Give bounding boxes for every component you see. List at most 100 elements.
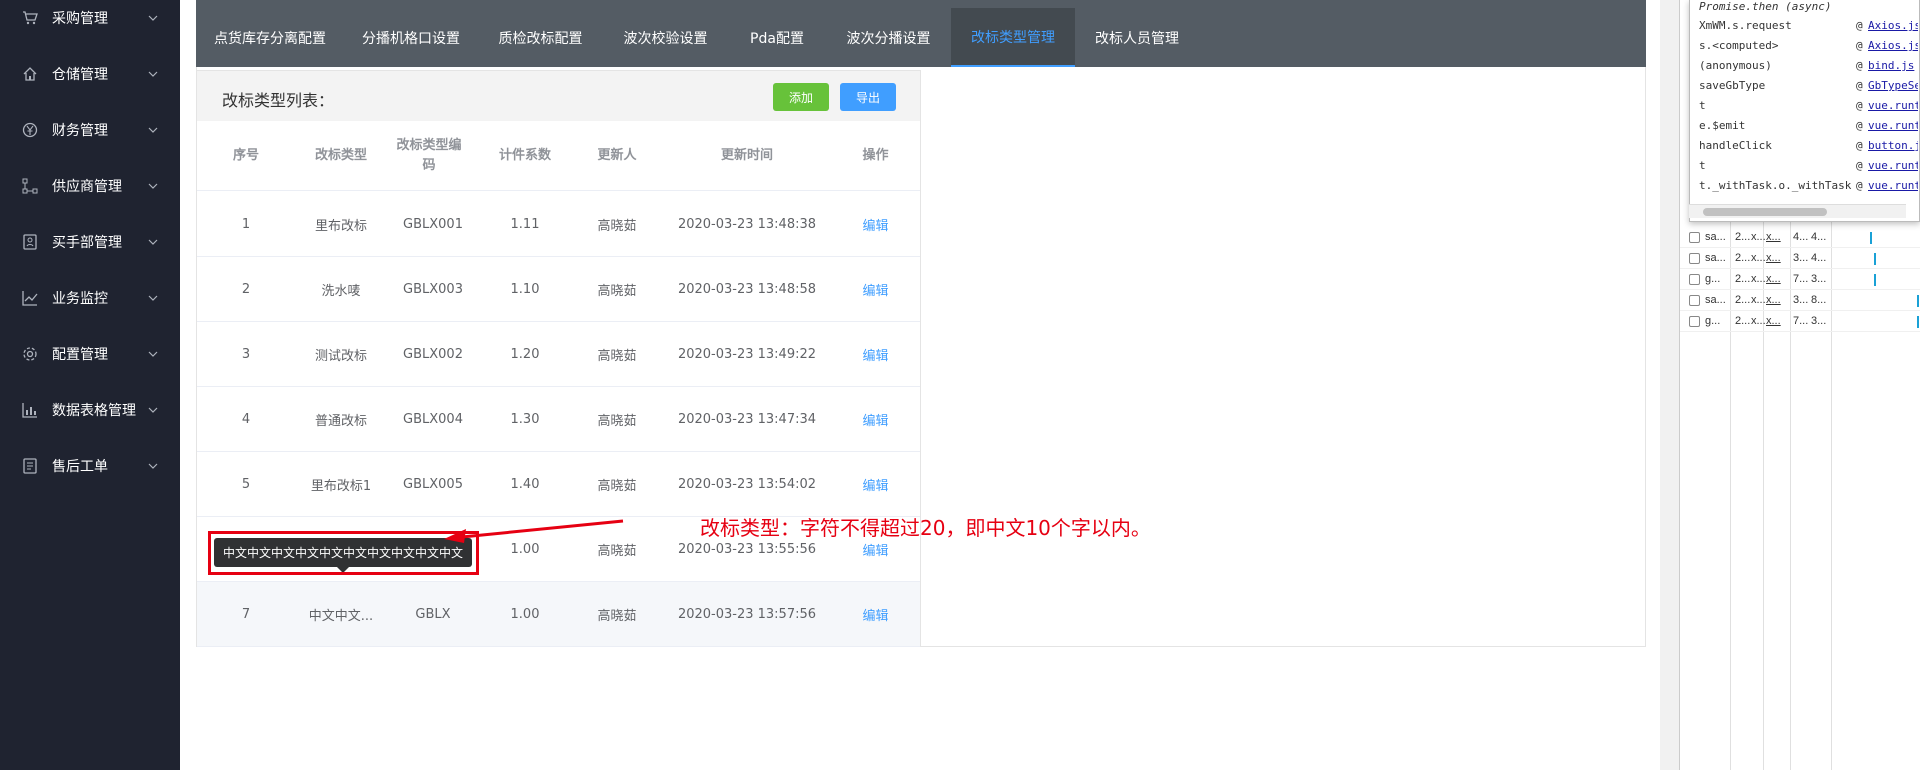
sidebar-item-aftersale[interactable]: 售后工单 bbox=[0, 446, 180, 486]
tab-pda[interactable]: Pda配置 bbox=[728, 8, 826, 67]
stack-fn: t bbox=[1699, 159, 1706, 172]
stack-fn: s.<computed> bbox=[1699, 39, 1779, 52]
stack-source-link[interactable]: GbTypeSet bbox=[1868, 79, 1918, 92]
chevron-down-icon bbox=[148, 183, 158, 189]
request-initiator[interactable]: x... bbox=[1766, 252, 1781, 264]
stack-fn: t._withTask.o._withTask bbox=[1699, 179, 1852, 192]
stack-frame[interactable]: s.<computed> @ Axios.js bbox=[1690, 39, 1920, 59]
chevron-down-icon bbox=[148, 239, 158, 245]
stack-source-link[interactable]: vue.runtime bbox=[1868, 179, 1918, 192]
tab-relabel-staff[interactable]: 改标人员管理 bbox=[1075, 8, 1199, 67]
at-symbol: @ bbox=[1856, 119, 1863, 132]
edit-link[interactable]: 编辑 bbox=[831, 322, 920, 387]
stack-source-link[interactable]: vue.runtime bbox=[1868, 119, 1918, 132]
stack-frame[interactable]: t @ vue.runtime bbox=[1690, 99, 1920, 119]
table-row: 2 洗水唛 GBLX003 1.10 高晓茹 2020-03-23 13:48:… bbox=[197, 257, 920, 322]
tab-wave-sorting[interactable]: 波次分播设置 bbox=[826, 8, 951, 67]
stack-source-link[interactable]: vue.runtime bbox=[1868, 159, 1918, 172]
stack-frame[interactable]: e.$emit @ vue.runtime bbox=[1690, 119, 1920, 139]
stack-fn: e.$emit bbox=[1699, 119, 1746, 132]
tab-sorter-slot[interactable]: 分播机格口设置 bbox=[344, 8, 478, 67]
stack-source-link[interactable]: button.js bbox=[1868, 139, 1918, 152]
stack-frame[interactable]: (anonymous) @ bind.js bbox=[1690, 59, 1920, 79]
sidebar-item-purchase[interactable]: 采购管理 bbox=[0, 0, 180, 38]
edit-link[interactable]: 编辑 bbox=[831, 387, 920, 452]
stack-frame[interactable]: handleClick @ button.js bbox=[1690, 139, 1920, 159]
cell-code: GBLX003 bbox=[403, 282, 463, 297]
cell-no: 5 bbox=[241, 477, 251, 492]
table-row: 3 测试改标 GBLX002 1.20 高晓茹 2020-03-23 13:49… bbox=[197, 322, 920, 387]
at-symbol: @ bbox=[1856, 79, 1863, 92]
request-size: 7... bbox=[1793, 315, 1809, 327]
horizontal-scrollbar[interactable] bbox=[1689, 204, 1906, 218]
request-name: sa... bbox=[1705, 252, 1726, 264]
row-checkbox[interactable] bbox=[1689, 253, 1700, 264]
request-type: x... bbox=[1751, 315, 1766, 327]
sidebar-item-supplier[interactable]: 供应商管理 bbox=[0, 166, 180, 206]
request-size: 3... bbox=[1793, 252, 1809, 264]
request-size: 3... bbox=[1793, 294, 1809, 306]
stack-source-link[interactable]: bind.js bbox=[1868, 59, 1918, 72]
edit-link[interactable]: 编辑 bbox=[831, 257, 920, 322]
column-header: 操作 bbox=[862, 148, 889, 163]
export-button[interactable]: 导出 bbox=[840, 83, 896, 111]
stack-frame[interactable]: t @ vue.runtime bbox=[1690, 159, 1920, 179]
stack-fn: XmWM.s.request bbox=[1699, 19, 1792, 32]
edit-link[interactable]: 编辑 bbox=[831, 452, 920, 517]
stack-frame[interactable]: XmWM.s.request @ Axios.js bbox=[1690, 19, 1920, 39]
tab-wave-check[interactable]: 波次校验设置 bbox=[603, 8, 728, 67]
sidebar-item-datatable[interactable]: 数据表格管理 bbox=[0, 390, 180, 430]
network-request-row[interactable]: sa... 2... x... x... 3... 8... bbox=[1680, 291, 1920, 311]
chevron-down-icon bbox=[148, 71, 158, 77]
row-checkbox[interactable] bbox=[1689, 295, 1700, 306]
request-type: x... bbox=[1751, 231, 1766, 243]
at-symbol: @ bbox=[1856, 159, 1863, 172]
network-request-row[interactable]: g... 2... x... x... 7... 3... bbox=[1680, 270, 1920, 290]
request-initiator[interactable]: x... bbox=[1766, 315, 1781, 327]
chevron-down-icon bbox=[148, 15, 158, 21]
network-request-row[interactable]: sa... 2... x... x... 4... 4... bbox=[1680, 228, 1920, 248]
cell-factor: 1.20 bbox=[510, 347, 540, 362]
stack-fn: handleClick bbox=[1699, 139, 1772, 152]
tab-relabel-type[interactable]: 改标类型管理 bbox=[951, 8, 1075, 67]
edit-link[interactable]: 编辑 bbox=[831, 192, 920, 257]
scroll-thumb[interactable] bbox=[1703, 208, 1827, 216]
sidebar-item-monitor[interactable]: 业务监控 bbox=[0, 278, 180, 318]
stack-source-link[interactable]: vue.runtime bbox=[1868, 99, 1918, 112]
row-checkbox[interactable] bbox=[1689, 316, 1700, 327]
network-request-row[interactable]: g... 2... x... x... 7... 3... bbox=[1680, 312, 1920, 332]
edit-link[interactable]: 编辑 bbox=[831, 582, 920, 647]
stack-frame: Promise.then (async) bbox=[1690, 0, 1920, 20]
sidebar-item-buyer[interactable]: 买手部管理 bbox=[0, 222, 180, 262]
tab-inventory-separation[interactable]: 点货库存分离配置 bbox=[196, 8, 344, 67]
sidebar-item-finance[interactable]: 财务管理 bbox=[0, 110, 180, 150]
request-time: 4... bbox=[1811, 252, 1827, 264]
waterfall-bar bbox=[1870, 232, 1872, 244]
column-header: 计件系数 bbox=[498, 148, 551, 163]
sidebar-item-warehouse[interactable]: 仓储管理 bbox=[0, 54, 180, 94]
sidebar-item-label: 买手部管理 bbox=[52, 235, 122, 251]
devtools-gutter bbox=[1660, 0, 1680, 770]
cell-code: GBLX002 bbox=[403, 347, 463, 362]
request-initiator[interactable]: x... bbox=[1766, 294, 1781, 306]
sidebar-item-config[interactable]: 配置管理 bbox=[0, 334, 180, 374]
at-symbol: @ bbox=[1856, 139, 1863, 152]
gear-icon bbox=[23, 347, 37, 361]
stack-frame[interactable]: t._withTask.o._withTask @ vue.runtime bbox=[1690, 179, 1920, 199]
tab-qc-relabel[interactable]: 质检改标配置 bbox=[478, 8, 603, 67]
row-checkbox[interactable] bbox=[1689, 274, 1700, 285]
cell-updater: 高晓茹 bbox=[597, 219, 637, 234]
row-checkbox[interactable] bbox=[1689, 232, 1700, 243]
network-request-row[interactable]: sa... 2... x... x... 3... 4... bbox=[1680, 249, 1920, 269]
sidebar: 采购管理 仓储管理 财务管理 供应商管理 买手部管理 业务监控 配置管理 数据表… bbox=[0, 0, 180, 770]
yen-icon bbox=[22, 122, 38, 138]
stack-source-link[interactable]: Axios.js bbox=[1868, 19, 1918, 32]
request-initiator[interactable]: x... bbox=[1766, 231, 1781, 243]
request-initiator[interactable]: x... bbox=[1766, 273, 1781, 285]
cell-time: 2020-03-23 13:47:34 bbox=[677, 412, 817, 427]
stack-frame[interactable]: saveGbType @ GbTypeSet bbox=[1690, 79, 1920, 99]
request-status: 2... bbox=[1735, 273, 1751, 285]
cell-code: GBLX005 bbox=[403, 477, 463, 492]
add-button[interactable]: 添加 bbox=[773, 83, 829, 111]
stack-source-link[interactable]: Axios.js bbox=[1868, 39, 1918, 52]
